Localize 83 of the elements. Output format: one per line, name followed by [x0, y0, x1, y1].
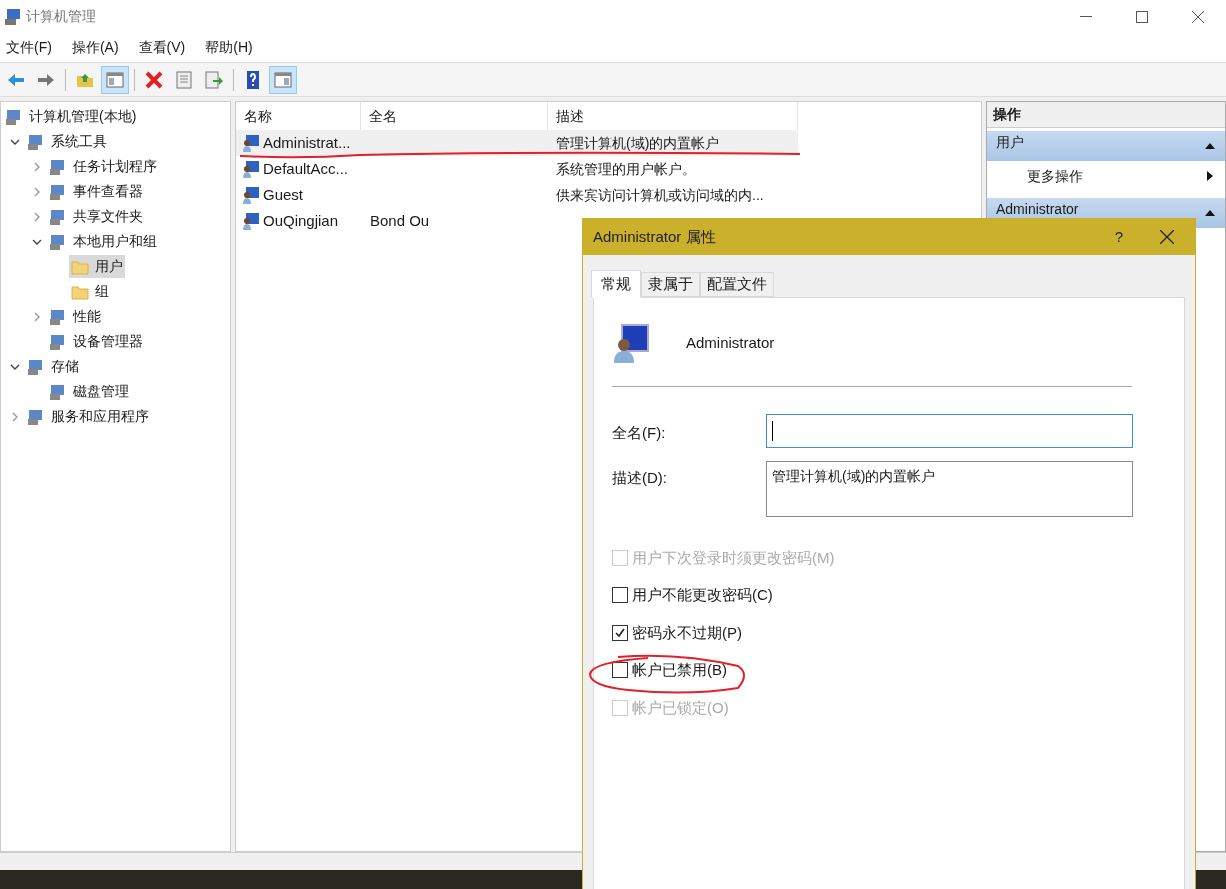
user-icon	[242, 134, 260, 152]
user-icon	[242, 160, 260, 178]
section-title: 用户	[996, 133, 1024, 152]
tab[interactable]: 配置文件	[700, 272, 774, 297]
tree-item[interactable]: 存储	[25, 355, 81, 378]
checkbox[interactable]	[612, 587, 628, 604]
close-icon	[1192, 10, 1204, 23]
checkbox-label: 用户下次登录时须更改密码(M)	[632, 547, 835, 568]
tree-item[interactable]: 磁盘管理	[47, 380, 131, 403]
table-cell-text: Guest	[263, 184, 304, 205]
toolbar-button[interactable]	[269, 65, 297, 94]
table-cell: 供来宾访问计算机或访问域的内...	[556, 186, 764, 203]
node-icon	[49, 157, 67, 176]
table-cell-text: OuQingjian	[263, 210, 339, 231]
tree-item[interactable]: 性能	[47, 305, 103, 328]
table-row[interactable]: Guest 供来宾访问计算机或访问域的内...	[236, 182, 798, 208]
tree-item[interactable]: 用户	[69, 255, 125, 278]
node-icon	[49, 332, 67, 351]
panel-icon	[105, 69, 125, 90]
node-icon	[5, 107, 23, 126]
tree-item[interactable]: 事件查看器	[47, 180, 145, 203]
node-icon	[49, 382, 67, 401]
table-row[interactable]: Administrat... 管理计算机(域)的内置帐户	[236, 130, 798, 156]
input-field[interactable]	[766, 414, 1133, 448]
window-title: 计算机管理	[26, 7, 96, 26]
table-cell: 系统管理的用户帐户。	[556, 160, 696, 177]
tree-item[interactable]: 服务和应用程序	[25, 405, 151, 428]
table-cell: Bond Ou	[370, 211, 430, 229]
checkbox-label: 密码永不过期(P)	[632, 622, 742, 643]
menu-item[interactable]: 查看(V)	[138, 37, 186, 58]
tree-item[interactable]: 任务计划程序	[47, 155, 159, 178]
menu-item[interactable]: 文件(F)	[6, 37, 52, 58]
node-icon	[49, 207, 67, 226]
user-name: Administrator	[686, 332, 775, 353]
menu-item[interactable]: 帮助(H)	[205, 37, 253, 58]
user-icon	[242, 212, 260, 230]
tree-item[interactable]: 设备管理器	[47, 330, 145, 353]
computer-icon	[4, 7, 22, 26]
panel-icon	[273, 69, 293, 90]
text-area[interactable]: 管理计算机(域)的内置帐户	[766, 461, 1133, 517]
document-icon	[174, 69, 194, 90]
checkbox[interactable]	[612, 662, 628, 679]
node-icon	[27, 132, 45, 151]
menu-item[interactable]: 操作(A)	[71, 37, 119, 58]
checkbox-label: 帐户已禁用(B)	[632, 660, 727, 680]
actions-header: 操作	[987, 102, 1225, 128]
node-icon	[49, 232, 67, 251]
section-title: Administrator	[996, 200, 1079, 219]
tree-item[interactable]: 共享文件夹	[47, 205, 145, 228]
field-label: 全名(F):	[612, 423, 667, 443]
collapse-icon	[1205, 143, 1215, 149]
checkbox[interactable]	[612, 624, 628, 641]
tab[interactable]: 隶属于	[641, 272, 700, 297]
checkbox-label: 帐户已锁定(O)	[632, 697, 729, 718]
tree-item[interactable]: 本地用户和组	[47, 230, 159, 253]
tab[interactable]: 常规	[591, 270, 641, 298]
collapse-icon	[1205, 210, 1215, 216]
node-icon	[27, 357, 45, 376]
table-cell-text: Administrat...	[263, 132, 351, 153]
user-icon	[612, 323, 652, 363]
checkbox-label: 用户不能更改密码(C)	[632, 585, 773, 605]
tree-item[interactable]: 计算机管理(本地)	[3, 105, 139, 128]
node-icon	[27, 407, 45, 426]
table-cell: 管理计算机(域)的内置帐户	[556, 134, 720, 151]
minimize-icon	[1080, 15, 1092, 18]
tree-item[interactable]: 系统工具	[25, 130, 109, 153]
toolbar-button[interactable]	[101, 65, 129, 94]
node-icon	[49, 307, 67, 326]
table-row[interactable]: DefaultAcc... 系统管理的用户帐户。	[236, 156, 798, 182]
caret-icon	[1207, 171, 1213, 181]
delete-icon	[144, 69, 164, 90]
close-icon	[1160, 230, 1174, 244]
table-cell-text: DefaultAcc...	[263, 158, 349, 179]
action-item[interactable]: 更多操作	[987, 161, 1225, 191]
maximize-icon	[1136, 10, 1148, 23]
tree-item[interactable]: 组	[69, 280, 111, 303]
dialog-title: Administrator 属性	[593, 226, 716, 247]
user-icon	[242, 186, 260, 204]
action-section-header[interactable]: 用户	[987, 131, 1225, 161]
check-icon	[614, 626, 626, 639]
export-icon	[204, 69, 224, 90]
node-icon	[49, 182, 67, 201]
field-label: 描述(D):	[612, 468, 668, 488]
